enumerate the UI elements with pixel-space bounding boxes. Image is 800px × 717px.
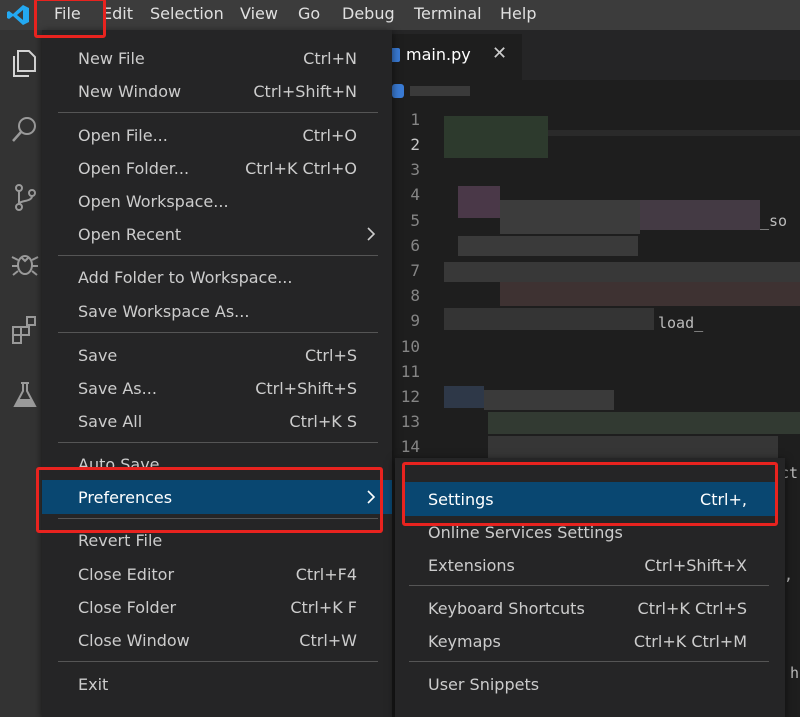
extensions-icon[interactable] <box>10 314 40 344</box>
source-control-icon[interactable] <box>10 182 40 212</box>
menu-separator <box>58 661 378 662</box>
code-fragment: , <box>784 566 794 584</box>
menu-selection[interactable]: Selection <box>150 0 224 30</box>
close-icon[interactable]: ✕ <box>492 43 507 64</box>
menu-item-extensions[interactable]: Extensions <box>428 556 515 575</box>
menu-item-user-snippets[interactable]: User Snippets <box>428 675 539 694</box>
shortcut-save-all: Ctrl+K S <box>289 412 357 431</box>
menu-item-open-workspace[interactable]: Open Workspace... <box>78 192 229 211</box>
blurred-code <box>444 262 800 282</box>
menu-item-open-folder[interactable]: Open Folder... <box>78 159 189 178</box>
line-number: 14 <box>400 437 420 456</box>
blurred-code <box>458 236 638 256</box>
annotation-box-preferences <box>36 467 383 533</box>
shortcut-close-window: Ctrl+W <box>299 631 357 650</box>
menu-item-open-recent[interactable]: Open Recent <box>78 225 181 244</box>
debug-icon[interactable] <box>10 248 40 278</box>
menu-help[interactable]: Help <box>500 0 536 30</box>
menu-item-save-as[interactable]: Save As... <box>78 379 157 398</box>
vscode-logo-icon <box>7 5 29 25</box>
menu-separator <box>409 585 769 586</box>
menu-bar: File Edit Selection View Go Debug Termin… <box>0 0 800 30</box>
menu-item-new-file[interactable]: New File <box>78 49 145 68</box>
menu-separator <box>58 442 378 443</box>
tab-label: main.py <box>406 45 471 64</box>
chevron-right-icon <box>367 227 376 241</box>
menu-item-new-window[interactable]: New Window <box>78 82 181 101</box>
python-breadcrumb-icon <box>392 84 404 98</box>
menu-separator <box>58 332 378 333</box>
shortcut-new-file: Ctrl+N <box>303 49 357 68</box>
menu-edit[interactable]: Edit <box>102 0 133 30</box>
shortcut-close-folder: Ctrl+K F <box>290 598 357 617</box>
shortcut-open-file: Ctrl+O <box>302 126 357 145</box>
annotation-box-settings <box>402 462 778 526</box>
blurred-code <box>548 130 800 136</box>
code-fragment: load_ <box>658 314 704 332</box>
line-number: 11 <box>400 362 420 381</box>
menu-terminal[interactable]: Terminal <box>414 0 482 30</box>
line-number: 13 <box>400 412 420 431</box>
explorer-icon[interactable] <box>10 48 40 78</box>
menu-item-close-editor[interactable]: Close Editor <box>78 565 174 584</box>
blurred-code <box>444 386 484 408</box>
shortcut-open-folder: Ctrl+K Ctrl+O <box>245 159 357 178</box>
menu-separator <box>58 255 378 256</box>
blurred-code <box>444 308 654 330</box>
line-number: 4 <box>410 185 420 204</box>
code-fragment: _so <box>760 212 788 230</box>
shortcut-keyboard-shortcuts: Ctrl+K Ctrl+S <box>637 599 747 618</box>
line-number: 1 <box>410 110 420 129</box>
line-number: 3 <box>410 160 420 179</box>
annotation-box-file <box>34 0 106 38</box>
test-flask-icon[interactable] <box>10 380 40 410</box>
line-number: 9 <box>410 311 420 330</box>
menu-item-revert-file[interactable]: Revert File <box>78 531 162 550</box>
menu-item-save-all[interactable]: Save All <box>78 412 142 431</box>
line-number: 6 <box>410 236 420 255</box>
shortcut-close-editor: Ctrl+F4 <box>295 565 357 584</box>
line-number: 8 <box>410 286 420 305</box>
line-number: 5 <box>410 211 420 230</box>
menu-item-exit[interactable]: Exit <box>78 675 108 694</box>
menu-separator <box>58 112 378 113</box>
shortcut-save: Ctrl+S <box>304 346 357 365</box>
line-number: 12 <box>400 387 420 406</box>
blurred-code <box>444 116 548 158</box>
menu-item-close-window[interactable]: Close Window <box>78 631 190 650</box>
breadcrumb[interactable] <box>410 86 470 96</box>
blurred-code <box>458 186 500 218</box>
menu-item-save[interactable]: Save <box>78 346 117 365</box>
line-number: 7 <box>410 261 420 280</box>
menu-item-add-folder[interactable]: Add Folder to Workspace... <box>78 268 292 287</box>
file-menu: New File Ctrl+N New Window Ctrl+Shift+N … <box>42 30 392 717</box>
menu-item-keymaps[interactable]: Keymaps <box>428 632 501 651</box>
menu-view[interactable]: View <box>240 0 278 30</box>
blurred-code <box>640 200 760 230</box>
blurred-code <box>488 436 778 458</box>
blurred-code <box>488 412 800 434</box>
shortcut-keymaps: Ctrl+K Ctrl+M <box>633 632 747 651</box>
blurred-code <box>484 390 614 410</box>
line-number: 10 <box>400 337 420 356</box>
menu-item-save-workspace-as[interactable]: Save Workspace As... <box>78 302 249 321</box>
line-number: 2 <box>410 135 420 154</box>
menu-item-open-file[interactable]: Open File... <box>78 126 168 145</box>
activity-bar <box>0 30 48 717</box>
search-icon[interactable] <box>10 114 40 144</box>
menu-debug[interactable]: Debug <box>342 0 395 30</box>
code-fragment: h <box>790 664 800 682</box>
shortcut-save-as: Ctrl+Shift+S <box>255 379 357 398</box>
menu-go[interactable]: Go <box>298 0 320 30</box>
menu-separator <box>409 661 769 662</box>
blurred-code <box>500 200 640 234</box>
menu-item-close-folder[interactable]: Close Folder <box>78 598 176 617</box>
shortcut-extensions: Ctrl+Shift+X <box>644 556 747 575</box>
blurred-code <box>500 282 800 306</box>
shortcut-new-window: Ctrl+Shift+N <box>253 82 357 101</box>
menu-item-keyboard-shortcuts[interactable]: Keyboard Shortcuts <box>428 599 585 618</box>
